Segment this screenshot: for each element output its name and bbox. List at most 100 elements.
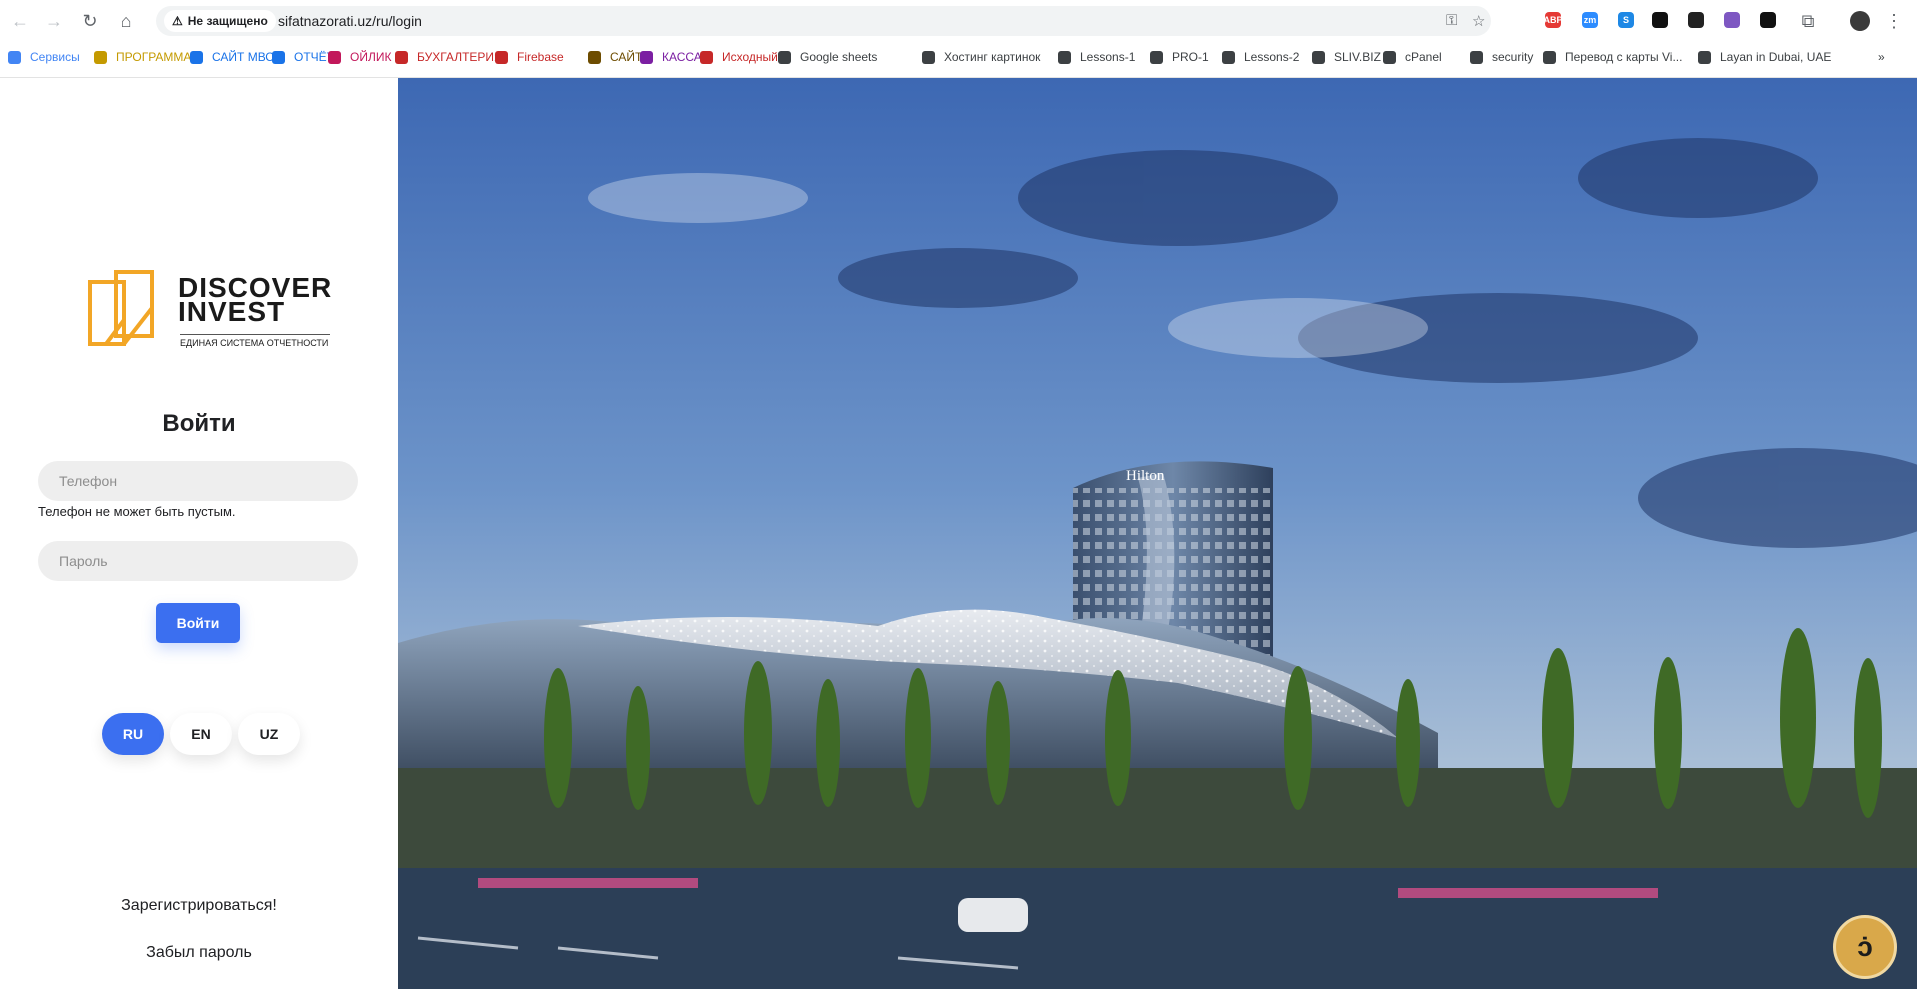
bookmark-label: Firebase <box>517 50 564 64</box>
bookmark-item[interactable]: Layan in Dubai, UAE <box>1698 48 1835 66</box>
bookmark-item[interactable]: Google sheets <box>778 48 881 66</box>
bookmark-label: Хостинг картинок <box>944 50 1041 64</box>
bookmark-label: SLIV.BIZ <box>1334 50 1381 64</box>
password-field[interactable] <box>38 541 358 581</box>
extensions-puzzle-icon[interactable]: ⧉ <box>1796 9 1820 33</box>
reload-icon[interactable]: ↻ <box>78 9 102 33</box>
extension-icon[interactable]: S <box>1618 12 1634 28</box>
bookmark-favicon-icon <box>94 50 107 64</box>
bookmark-favicon-icon <box>1150 50 1163 64</box>
bookmark-favicon-icon <box>190 50 203 64</box>
bookmark-item[interactable]: ОЙЛИК <box>328 48 395 66</box>
bookmark-item[interactable]: ПРОГРАММА <box>94 48 195 66</box>
extension-icon[interactable]: ABP <box>1544 12 1563 28</box>
bookmark-item[interactable]: security <box>1470 48 1537 66</box>
bookmark-item[interactable]: cPanel <box>1383 48 1446 66</box>
bookmark-item[interactable]: Хостинг картинок <box>922 48 1044 66</box>
bookmark-item[interactable]: Перевод с карты Vi... <box>1543 48 1686 66</box>
bookmark-favicon-icon <box>922 50 935 64</box>
bookmark-favicon-icon <box>778 50 791 64</box>
bookmark-favicon-icon <box>588 50 601 64</box>
bookmark-item[interactable]: Lessons-1 <box>1058 48 1139 66</box>
bookmark-label: Исходный <box>722 50 778 64</box>
login-panel: DISCOVER INVEST ЕДИНАЯ СИСТЕМА ОТЧЕТНОСТ… <box>0 78 398 989</box>
logo-wordmark: DISCOVER INVEST <box>178 274 332 326</box>
bookmark-label: САЙТ МВС <box>212 50 274 64</box>
logo-tagline: ЕДИНАЯ СИСТЕМА ОТЧЕТНОСТИ <box>180 334 330 348</box>
login-button[interactable]: Войти <box>156 603 240 643</box>
bookmark-label: Google sheets <box>800 50 878 64</box>
browser-chrome: ← → ↻ ⌂ ⚠ Не защищено sifatnazorati.uz/r… <box>0 0 1917 78</box>
bookmark-label: БУХГАЛТЕРИЯ <box>417 50 503 64</box>
bookmark-item[interactable]: PRO-1 <box>1150 48 1213 66</box>
warning-icon: ⚠ <box>172 14 183 28</box>
bookmark-label: cPanel <box>1405 50 1442 64</box>
bookmark-label: Перевод с карты Vi... <box>1565 50 1683 64</box>
bookmark-label: ПРОГРАММА <box>116 50 192 64</box>
phone-field[interactable] <box>38 461 358 501</box>
bookmark-favicon-icon <box>1222 50 1235 64</box>
logo-mark-icon <box>88 270 154 346</box>
browser-menu-icon[interactable]: ⋮ <box>1882 9 1906 33</box>
bookmark-favicon-icon <box>1058 50 1071 64</box>
bookmark-star-icon[interactable]: ☆ <box>1472 12 1485 30</box>
bookmark-label: PRO-1 <box>1172 50 1209 64</box>
bookmark-item[interactable]: Сервисы <box>8 48 84 66</box>
extension-icon[interactable]: zm <box>1582 12 1598 28</box>
bookmark-favicon-icon <box>1698 50 1711 64</box>
address-bar[interactable]: ⚠ Не защищено sifatnazorati.uz/ru/login … <box>156 6 1491 36</box>
bookmark-label: Layan in Dubai, UAE <box>1720 50 1832 64</box>
bookmark-favicon-icon <box>272 50 285 64</box>
hero-image: Hilton ɔ̇ <box>398 78 1917 989</box>
back-arrow-icon[interactable]: ← <box>8 9 32 33</box>
bookmark-favicon-icon <box>640 50 653 64</box>
bookmark-favicon-icon <box>395 50 408 64</box>
phone-error-message: Телефон не может быть пустым. <box>38 504 236 519</box>
bookmark-item[interactable]: САЙТ <box>588 48 646 66</box>
bookmark-favicon-icon <box>1383 50 1396 64</box>
forgot-password-link[interactable]: Забыл пароль <box>0 944 398 962</box>
bookmark-favicon-icon <box>1470 50 1483 64</box>
bookmark-item[interactable]: БУХГАЛТЕРИЯ <box>395 48 507 66</box>
chat-widget-button[interactable]: ɔ̇ <box>1833 915 1897 979</box>
bookmark-label: Lessons-2 <box>1244 50 1300 64</box>
extension-icon[interactable] <box>1724 12 1740 28</box>
bookmark-label: Lessons-1 <box>1080 50 1136 64</box>
extension-icon[interactable] <box>1760 12 1776 28</box>
bookmark-item[interactable]: Lessons-2 <box>1222 48 1303 66</box>
hilton-sign: Hilton <box>1126 468 1165 484</box>
bookmarks-bar: Сервисы ПРОГРАММА САЙТ МВС ОТЧЁТ ОЙЛИК БУХГАЛ… <box>0 46 1917 68</box>
bookmark-item[interactable]: Firebase <box>495 48 568 66</box>
security-label: Не защищено <box>187 14 268 28</box>
register-link[interactable]: Зарегистрироваться! <box>0 897 398 915</box>
bookmark-favicon-icon <box>1312 50 1325 64</box>
bookmark-label: Сервисы <box>30 50 80 64</box>
language-ru-button[interactable]: RU <box>102 713 164 755</box>
url-text[interactable]: sifatnazorati.uz/ru/login <box>278 13 422 29</box>
bookmark-favicon-icon <box>328 50 341 64</box>
key-icon[interactable]: ⚿ <box>1446 12 1457 29</box>
language-en-button[interactable]: EN <box>170 713 232 755</box>
hero-building-illustration: Hilton <box>398 78 1917 989</box>
bookmark-favicon-icon <box>1543 50 1556 64</box>
page-title: Войти <box>162 410 236 437</box>
security-indicator[interactable]: ⚠ Не защищено <box>164 10 276 32</box>
bookmark-item[interactable]: КАССА <box>640 48 706 66</box>
bookmark-label: ОЙЛИК <box>350 50 392 64</box>
language-uz-button[interactable]: UZ <box>238 713 300 755</box>
bookmark-item[interactable]: SLIV.BIZ <box>1312 48 1385 66</box>
extension-icon[interactable] <box>1688 12 1704 28</box>
bookmark-favicon-icon <box>8 50 21 64</box>
bookmarks-overflow-icon[interactable]: » <box>1878 48 1885 66</box>
discover-invest-logo: DISCOVER INVEST ЕДИНАЯ СИСТЕМА ОТЧЕТНОСТ… <box>86 268 336 358</box>
bookmark-label: КАССА <box>662 50 702 64</box>
home-icon[interactable]: ⌂ <box>114 9 138 33</box>
extension-icon[interactable] <box>1652 12 1668 28</box>
bookmark-item[interactable]: Исходный <box>700 48 782 66</box>
chat-bubble-icon: ɔ̇ <box>1857 931 1873 962</box>
forward-arrow-icon[interactable]: → <box>42 9 66 33</box>
bookmark-favicon-icon <box>495 50 508 64</box>
profile-avatar[interactable] <box>1848 9 1872 33</box>
bookmark-label: security <box>1492 50 1534 64</box>
bookmark-item[interactable]: САЙТ МВС <box>190 48 278 66</box>
